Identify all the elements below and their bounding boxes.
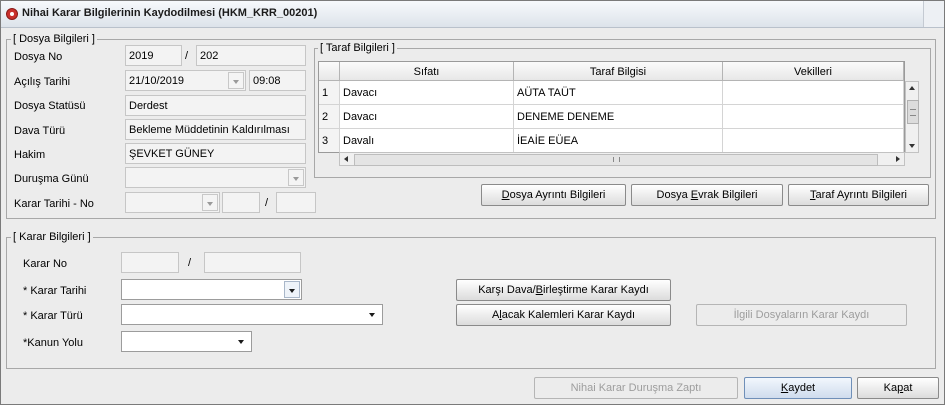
acilis-saati-field: 09:08 [249, 70, 306, 91]
karar-no-yil-field [121, 252, 179, 273]
karar-window: Nihai Karar Bilgilerinin Kaydodilmesi (H… [0, 0, 945, 405]
dosya-karar-tarihi-field [125, 192, 220, 213]
dosya-bilgileri-title: [ Dosya Bilgileri ] [11, 33, 97, 45]
durusma-gunu-field [125, 167, 306, 188]
vertical-scroll-thumb[interactable] [907, 100, 919, 124]
dosya-karar-no-field [222, 192, 260, 213]
karar-turu-dropdown-icon[interactable] [365, 306, 381, 323]
hakim-field: ŞEVKET GÜNEY [125, 143, 306, 164]
table-corner[interactable] [319, 62, 340, 81]
hakim-label: Hakim [14, 149, 46, 161]
window-title: Nihai Karar Bilgilerinin Kaydodilmesi (H… [22, 7, 318, 19]
row-number[interactable]: 2 [319, 105, 340, 129]
column-header-taraf-bilgisi[interactable]: Taraf Bilgisi [514, 62, 723, 81]
dosya-karar-tarihi-dropdown-icon [202, 194, 218, 211]
karar-turu-label: * Karar Türü [23, 310, 83, 322]
karar-turu-select[interactable] [121, 304, 383, 325]
column-header-sifati[interactable]: Sıfatı [340, 62, 514, 81]
kanun-yolu-select[interactable] [121, 331, 252, 352]
karar-bilgileri-title: [ Karar Bilgileri ] [11, 231, 93, 243]
row-number[interactable]: 1 [319, 81, 340, 105]
title-bar: Nihai Karar Bilgilerinin Kaydodilmesi (H… [1, 1, 944, 28]
button-mnemonic: B [535, 284, 544, 296]
table-cell-vekil[interactable] [723, 105, 904, 129]
taraf-ayrinti-bilgileri-button[interactable]: Taraf Ayrıntı Bilgileri [788, 184, 929, 206]
column-header-vekilleri[interactable]: Vekilleri [723, 62, 904, 81]
karar-no-sira-field [204, 252, 301, 273]
button-text: Karşı Dava/ [478, 284, 536, 296]
alacak-kalemleri-button[interactable]: Alacak Kalemleri Karar Kaydı [456, 304, 671, 326]
button-text: Ka [883, 382, 898, 394]
karar-no-separator: / [188, 257, 192, 269]
table-cell-taraf[interactable]: AÜTA TAÜT [514, 81, 723, 105]
dosya-yil-field: 2019 [125, 45, 182, 66]
karar-tarihi-no-separator: / [265, 197, 269, 209]
dosya-evrak-bilgileri-button[interactable]: Dosya Evrak Bilgileri [631, 184, 783, 206]
karar-tarihi-no-label: Karar Tarihi - No [14, 198, 94, 210]
scroll-down-icon[interactable] [909, 144, 915, 148]
table-cell-sifati[interactable]: Davacı [340, 81, 514, 105]
button-text: acak Kalemleri Karar Kaydı [501, 309, 636, 321]
dosya-statu-label: Dosya Statüsü [14, 100, 86, 112]
scroll-up-icon[interactable] [909, 86, 915, 90]
kanun-yolu-dropdown-icon[interactable] [234, 333, 250, 350]
durusma-gunu-dropdown-icon [288, 169, 304, 186]
button-text: osya Ayrıntı Bilgileri [509, 189, 606, 201]
karar-tarihi-input[interactable] [121, 279, 302, 300]
button-text: at [903, 382, 913, 394]
taraf-bilgileri-title: [ Taraf Bilgileri ] [318, 42, 397, 54]
button-text: vrak Bilgileri [698, 189, 758, 201]
dava-turu-field: Bekleme Müddetinin Kaldırılması [125, 119, 306, 140]
acilis-tarihi-dropdown-icon [228, 72, 244, 89]
karar-tarihi-label: * Karar Tarihi [23, 285, 87, 297]
table-cell-sifati[interactable]: Davalı [340, 129, 514, 152]
table-cell-taraf[interactable]: DENEME DENEME [514, 105, 723, 129]
button-text: aydet [788, 382, 816, 394]
dosya-karar-sira-field [276, 192, 316, 213]
table-vertical-scrollbar[interactable] [905, 81, 919, 153]
kanun-yolu-label: *Kanun Yolu [23, 337, 83, 349]
title-bar-control[interactable] [923, 1, 944, 27]
dosya-ayrinti-bilgileri-button[interactable]: Dosya Ayrıntı Bilgileri [481, 184, 626, 206]
row-number[interactable]: 3 [319, 129, 340, 152]
dosya-statu-field: Derdest [125, 95, 306, 116]
dosya-no-label: Dosya No [14, 51, 63, 63]
karar-tarihi-dropdown-icon[interactable] [284, 281, 300, 298]
dosya-no-separator: / [185, 50, 189, 62]
dosya-sira-field: 202 [196, 45, 306, 66]
table-cell-taraf[interactable]: İEAİE EÜEA [514, 129, 723, 152]
table-cell-sifati[interactable]: Davacı [340, 105, 514, 129]
durusma-gunu-label: Duruşma Günü [14, 173, 89, 185]
app-icon [6, 8, 18, 20]
ilgili-dosyalar-karar-button[interactable]: İlgili Dosyaların Karar Kaydı [696, 304, 907, 326]
button-text: irleştirme Karar Kaydı [543, 284, 649, 296]
kapat-button[interactable]: Kapat [857, 377, 939, 399]
button-mnemonic: D [501, 189, 510, 201]
scroll-left-icon[interactable] [344, 156, 348, 162]
taraf-table: Sıfatı Taraf Bilgisi Vekilleri 1 Davacı … [318, 61, 905, 153]
horizontal-scroll-thumb[interactable] [354, 154, 878, 166]
acilis-tarihi-field: 21/10/2019 [125, 70, 246, 91]
table-horizontal-scrollbar[interactable] [339, 152, 905, 166]
karar-no-label: Karar No [23, 258, 68, 270]
table-cell-vekil[interactable] [723, 81, 904, 105]
scroll-right-icon[interactable] [896, 156, 900, 162]
nihai-karar-durusma-zapti-button[interactable]: Nihai Karar Duruşma Zaptı [534, 377, 738, 399]
button-text: araf Ayrıntı Bilgileri [815, 189, 907, 201]
table-cell-vekil[interactable] [723, 129, 904, 152]
karsi-dava-birlestirme-button[interactable]: Karşı Dava/Birleştirme Karar Kaydı [456, 279, 671, 301]
acilis-tarihi-label: Açılış Tarihi [14, 76, 71, 88]
dava-turu-label: Dava Türü [14, 125, 66, 137]
button-text: Dosya [656, 189, 691, 201]
acilis-tarihi-value: 21/10/2019 [129, 75, 185, 87]
kaydet-button[interactable]: Kaydet [744, 377, 852, 399]
